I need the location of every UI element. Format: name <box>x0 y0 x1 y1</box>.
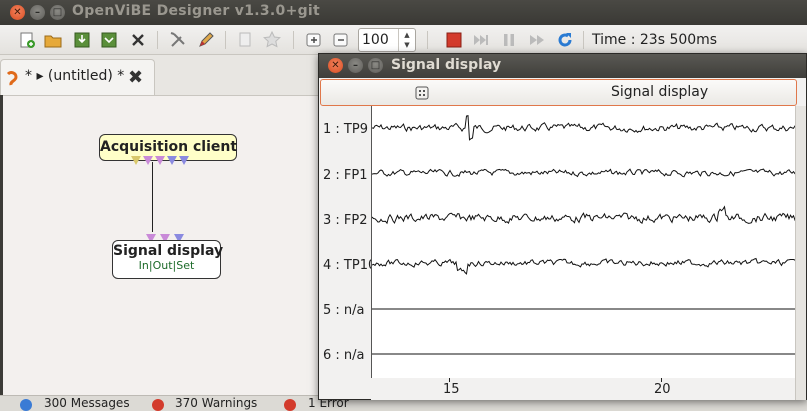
signal-display-box[interactable]: Signal display In|Out|Set <box>112 240 224 279</box>
settings-icon <box>415 86 429 100</box>
scenario-icon <box>6 71 18 86</box>
play-icon[interactable] <box>527 30 547 50</box>
messages-count[interactable]: 300 Messages <box>44 396 130 410</box>
fast-forward-icon[interactable] <box>555 30 575 50</box>
window-minimize-icon[interactable]: – <box>348 58 363 73</box>
error-icon <box>284 399 296 411</box>
channel-label: 1 : TP9 <box>323 122 368 137</box>
connection-link[interactable] <box>152 162 153 232</box>
channel-label: 3 : FP2 <box>323 213 368 228</box>
signal-traces <box>371 114 799 355</box>
toolbar-separator <box>157 31 158 49</box>
window-maximize-icon[interactable]: □ <box>50 5 65 20</box>
channel-trace <box>371 257 799 275</box>
output-connector[interactable] <box>179 156 189 165</box>
signal-plot-area[interactable] <box>371 106 799 378</box>
toolbar-separator <box>293 31 294 49</box>
window-close-icon[interactable]: ✕ <box>10 5 25 20</box>
pencil-icon[interactable] <box>196 30 216 50</box>
channel-label: 2 : FP1 <box>323 168 368 183</box>
toolbar-separator <box>427 31 428 49</box>
tab-untitled[interactable]: * ▸ (untitled) * ✖ <box>0 59 155 95</box>
save-icon[interactable] <box>72 30 92 50</box>
stop-icon[interactable] <box>444 30 464 50</box>
open-icon[interactable] <box>43 30 63 50</box>
main-toolbar: 100 ▲ ▼ Time : 23s 500ms <box>0 25 807 55</box>
signal-display-window: ✕ – □ Signal display Signal display 1 : … <box>318 53 807 400</box>
box-title: Signal display <box>113 243 224 259</box>
zoom-in-icon[interactable] <box>304 30 324 50</box>
toolbar-separator <box>583 31 584 49</box>
new-scenario-icon[interactable] <box>17 30 37 50</box>
tab-close-icon[interactable]: ✖ <box>128 67 143 88</box>
channel-label: 5 : n/a <box>323 303 365 318</box>
info-icon <box>20 399 32 411</box>
window-maximize-icon[interactable]: □ <box>368 58 383 73</box>
toolbar-separator <box>225 31 226 49</box>
warnings-count[interactable]: 370 Warnings <box>175 396 257 410</box>
star-icon[interactable] <box>262 30 282 50</box>
output-connector[interactable] <box>155 156 165 165</box>
channel-label: 6 : n/a <box>323 348 365 363</box>
zoom-out-icon[interactable] <box>331 30 351 50</box>
save-as-icon[interactable] <box>99 30 119 50</box>
signal-scrollbar[interactable] <box>795 106 806 400</box>
app-title: OpenViBE Designer v1.3.0+git <box>72 3 321 19</box>
main-titlebar: ✕ – □ OpenViBE Designer v1.3.0+git <box>0 0 807 25</box>
output-connector[interactable] <box>131 156 141 165</box>
output-connector[interactable] <box>167 156 177 165</box>
signal-display-button-label: Signal display <box>611 84 709 100</box>
signal-window-titlebar: ✕ – □ Signal display <box>319 54 806 78</box>
channel-trace <box>371 205 799 225</box>
close-scenario-icon[interactable] <box>128 30 148 50</box>
channel-label: 4 : TP10 <box>323 258 377 273</box>
x-tick-label: 15 <box>443 382 460 397</box>
x-tick-label: 20 <box>654 382 671 397</box>
copy-icon[interactable] <box>235 30 255 50</box>
signal-display-button[interactable]: Signal display <box>320 79 797 106</box>
pause-icon[interactable] <box>499 30 519 50</box>
channel-trace <box>371 168 799 178</box>
channel-trace <box>371 114 799 141</box>
window-minimize-icon[interactable]: – <box>30 5 45 20</box>
time-label: Time : 23s 500ms <box>592 32 718 48</box>
time-axis <box>371 378 797 400</box>
signal-window-title: Signal display <box>391 57 502 73</box>
step-icon[interactable] <box>471 30 491 50</box>
zoom-stepper[interactable]: ▲ ▼ <box>398 29 415 51</box>
warning-icon <box>152 399 164 411</box>
tab-label: * ▸ (untitled) * <box>25 68 125 84</box>
tools-icon[interactable] <box>168 30 188 50</box>
window-close-icon[interactable]: ✕ <box>328 58 343 73</box>
